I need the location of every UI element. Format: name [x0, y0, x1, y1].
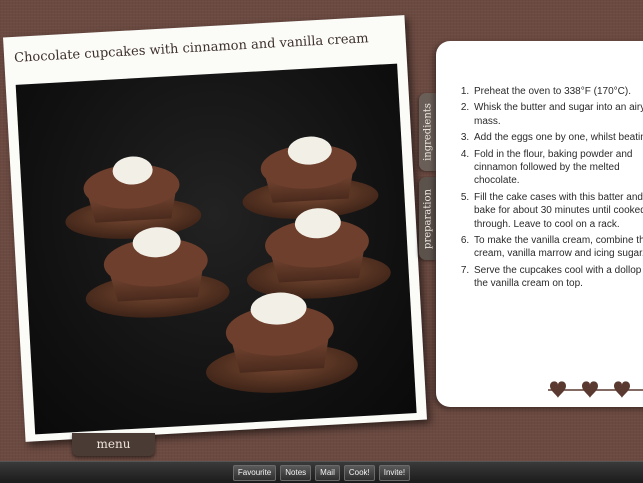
- preparation-steps: Preheat the oven to 338°F (170°C). Whisk…: [450, 85, 643, 294]
- mail-button[interactable]: Mail: [315, 465, 340, 481]
- cupcakes-photo: [15, 63, 417, 435]
- notes-button[interactable]: Notes: [280, 465, 312, 481]
- step-item: To make the vanilla cream, combine the c…: [472, 234, 643, 261]
- step-item: Whisk the butter and sugar into an airy …: [472, 101, 643, 128]
- step-item: Add the eggs one by one, whilst beating.: [472, 131, 643, 144]
- tab-preparation[interactable]: preparation: [419, 177, 436, 260]
- preparation-panel: Preheat the oven to 338°F (170°C). Whisk…: [436, 41, 643, 407]
- step-item: Fold in the flour, baking powder and cin…: [472, 148, 643, 188]
- recipe-title: Chocolate cupcakes with cinnamon and van…: [13, 31, 369, 66]
- invite-button[interactable]: Invite!: [378, 465, 411, 481]
- tab-preparation-label: preparation: [422, 188, 433, 249]
- step-item: Fill the cake cases with this batter and…: [472, 191, 643, 231]
- tab-ingredients[interactable]: ingredients: [419, 93, 436, 171]
- recipe-card: Chocolate cupcakes with cinnamon and van…: [3, 15, 427, 442]
- step-item: Preheat the oven to 338°F (170°C).: [472, 85, 643, 98]
- cupcakes-illustration: [65, 136, 391, 393]
- favourite-button[interactable]: Favourite: [232, 465, 277, 481]
- bottom-toolbar: Favourite Notes Mail Cook! Invite!: [0, 461, 643, 483]
- toolbar-buttons: Favourite Notes Mail Cook! Invite!: [0, 465, 643, 481]
- cupcake-back-left: [65, 156, 202, 239]
- cupcake-middle-right: [246, 208, 391, 299]
- menu-button[interactable]: menu: [72, 433, 155, 456]
- step-item: Serve the cupcakes cool with a dollop of…: [472, 264, 643, 291]
- tab-ingredients-label: ingredients: [422, 103, 433, 161]
- cook-button[interactable]: Cook!: [343, 465, 375, 481]
- cupcake-back-right: [242, 136, 379, 219]
- hearts-icon: [548, 381, 643, 398]
- cupcake-front: [206, 292, 358, 393]
